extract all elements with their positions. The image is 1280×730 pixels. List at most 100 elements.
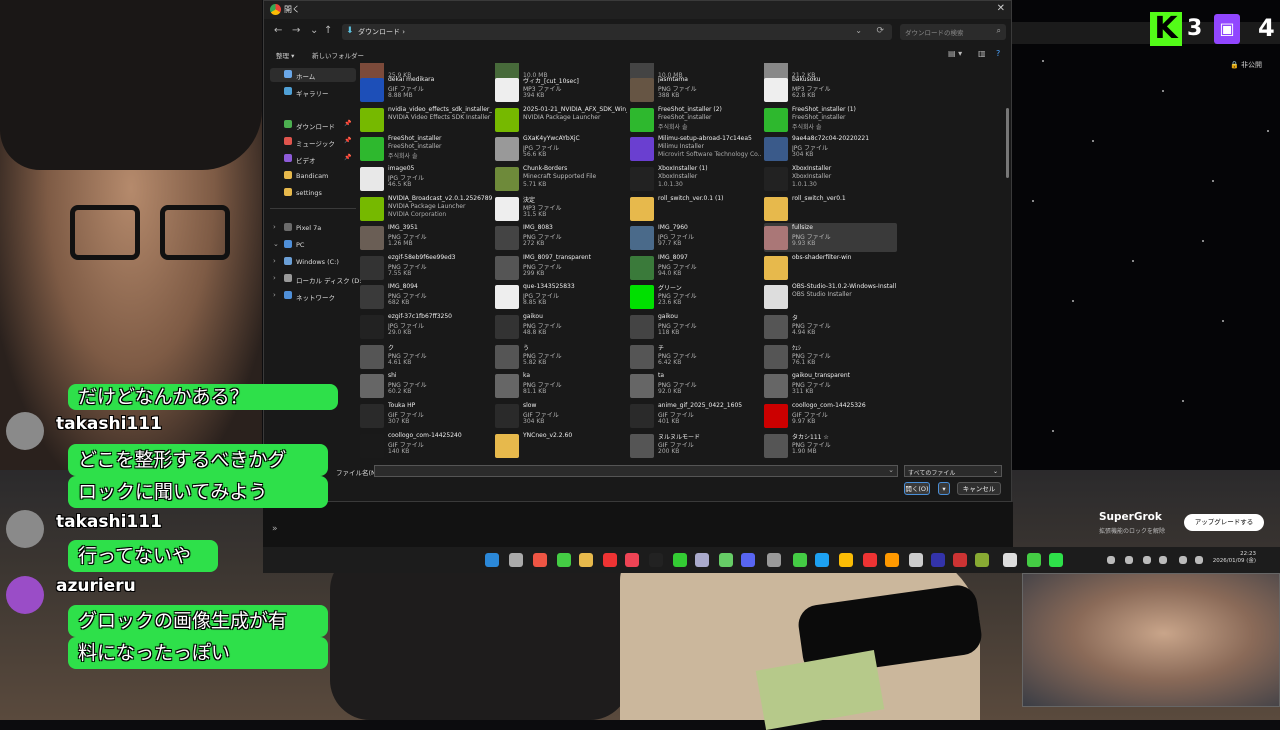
filetype-select[interactable]: すべてのファイル ⌄ [904,465,1002,477]
file-item[interactable]: que-1343525833 JPG ファイル 8.85 KB [495,282,628,311]
forward-button[interactable]: → [292,25,300,36]
file-item[interactable]: jasmtama PNG ファイル 388 KB [630,75,763,104]
app-icon[interactable] [767,553,781,567]
sidebar-item[interactable]: ホーム [270,68,356,82]
file-item[interactable]: coollogo_com-14425240 GIF ファイル 140 KB [360,431,493,460]
chevron-down-icon[interactable]: ⌄ [888,466,894,474]
file-item[interactable]: IMG_8094 PNG ファイル 682 KB [360,282,493,311]
sidebar-item[interactable]: › Pixel 7a [270,221,356,235]
file-item[interactable]: 9ae4a8c72c04-20220221 JPG ファイル 304 KB [764,134,897,163]
file-item[interactable]: FreeShot_installer (2) FreeShot_installer… [630,105,763,134]
help-icon[interactable]: ? [996,49,1000,58]
search-icon[interactable] [509,553,523,567]
preview-pane-button[interactable]: ▥ [978,49,986,58]
file-item[interactable]: XboxInstaller XboxInstaller 1.0.1.30 [764,164,897,193]
file-item[interactable]: 2025-01-21_NVIDIA_AFX_SDK_Win_v1.6.1.2-G… [495,105,628,134]
file-item[interactable]: roll_switch_ver.0.1 (1) [630,194,763,223]
file-item[interactable]: IMG_3951 PNG ファイル 1.26 MB [360,223,493,252]
file-item[interactable]: Milimu-setup-abroad-17c14ea5 Milimu Insta… [630,134,763,163]
upgrade-button[interactable]: アップグレードする [1184,514,1264,531]
windows-start-icon[interactable] [485,553,499,567]
file-item[interactable]: image05 JPG ファイル 46.5 KB [360,164,493,193]
expand-chevron-icon[interactable]: › [273,291,276,299]
speaker-icon[interactable] [1195,556,1203,564]
expand-chevron-icon[interactable]: ⌄ [273,240,279,248]
file-item[interactable]: slow GIF ファイル 304 KB [495,401,628,430]
file-item[interactable]: obs-shaderfilter-win [764,253,897,282]
close-button[interactable]: ✕ [997,3,1005,14]
app-icon[interactable] [909,553,923,567]
file-item[interactable]: Touka HP GIF ファイル 307 KB [360,401,493,430]
up-button[interactable]: ↑ [324,25,332,36]
app-icon[interactable] [975,553,989,567]
sidebar-item[interactable]: ミュージック 📌 [270,135,356,149]
file-item[interactable]: bakusoku MP3 ファイル 62.8 KB [764,75,897,104]
file-item[interactable]: タカシ111 ☆ PNG ファイル 1.90 MB [764,431,897,460]
app-icon[interactable] [1027,553,1041,567]
file-item[interactable]: ka PNG ファイル 81.1 KB [495,371,628,400]
expand-chevron-icon[interactable]: › [273,223,276,231]
filename-input[interactable]: ⌄ [374,465,898,477]
file-item[interactable]: Chunk-Borders Minecraft Supported File 5.7… [495,164,628,193]
file-item[interactable]: gaikou PNG ファイル 118 KB [630,312,763,341]
file-item[interactable]: 決定 MP3 ファイル 31.5 KB [495,194,628,223]
file-item[interactable]: う PNG ファイル 5.82 KB [495,342,628,371]
line-icon[interactable] [673,553,687,567]
file-item[interactable]: OBS-Studio-31.0.2-Windows-Installer OBS S… [764,282,897,311]
file-item[interactable]: XboxInstaller (1) XboxInstaller 1.0.1.30 [630,164,763,193]
file-item[interactable]: グリーン PNG ファイル 23.6 KB [630,282,763,311]
sidebar-item[interactable]: ⌄ PC [270,238,356,252]
sidebar-item[interactable]: › ネットワーク [270,289,356,303]
discord-icon[interactable] [741,553,755,567]
view-options-button[interactable]: ▤ ▾ [948,49,962,58]
app-icon[interactable] [1003,553,1017,567]
file-item[interactable]: IMG_7960 JPG ファイル 97.7 KB [630,223,763,252]
expand-chevron-icon[interactable]: » [272,524,278,534]
sidebar-item[interactable]: ダウンロード 📌 [270,118,356,132]
open-split-button[interactable]: ▾ [938,482,950,495]
new-folder-button[interactable]: 新しいフォルダー [312,50,364,60]
app-icon[interactable] [953,553,967,567]
file-item[interactable]: gaikou PNG ファイル 48.8 KB [495,312,628,341]
back-button[interactable]: ← [274,25,282,36]
visibility-label[interactable]: 🔒 非公開 [1230,60,1262,70]
file-item[interactable]: YNCneo_v2.2.60 [495,431,628,460]
scrollbar[interactable] [1005,63,1010,458]
app-icon[interactable] [557,553,571,567]
chevron-up-icon[interactable] [1107,556,1115,564]
file-item[interactable]: IMG_8097_transparent PNG ファイル 299 KB [495,253,628,282]
organize-button[interactable]: 整理 ▾ [276,50,294,60]
app-icon[interactable] [695,553,709,567]
file-item[interactable]: FreeShot_installer FreeShot_installer 주식회사… [360,134,493,163]
file-item[interactable]: IMG_8097 PNG ファイル 94.0 KB [630,253,763,282]
file-item[interactable]: ヴィカ_[cut_10sec] MP3 ファイル 394 KB [495,75,628,104]
recent-dropdown-button[interactable]: ⌄ [310,25,318,36]
file-item[interactable]: IMG_8083 PNG ファイル 272 KB [495,223,628,252]
clock[interactable]: 22:23 2026/01/09 (金) [1213,551,1256,565]
file-item[interactable]: dekai medikara GIF ファイル 8.88 MB [360,75,493,104]
record-icon[interactable] [603,553,617,567]
expand-chevron-icon[interactable]: › [273,274,276,282]
expand-chevron-icon[interactable]: › [273,257,276,265]
address-history-chevron-icon[interactable]: ⌄ [855,26,862,35]
file-item[interactable]: ｸｪｼ PNG ファイル 76.1 KB [764,342,897,371]
file-explorer-icon[interactable] [579,553,593,567]
chrome-icon[interactable] [839,553,853,567]
microphone-icon[interactable] [1143,556,1151,564]
xbox-icon[interactable] [793,553,807,567]
open-button[interactable]: 開く(O) [904,482,930,495]
app-icon[interactable] [931,553,945,567]
file-item[interactable]: ezgif-58eb9f6ee99ed3 PNG ファイル 7.55 KB [360,253,493,282]
refresh-icon[interactable]: ⟳ [876,26,884,36]
address-bar[interactable]: ⬇ ダウンロード › ⌄ ⟳ [342,24,892,40]
sidebar-item[interactable]: › ローカル ディスク (D: [270,272,361,286]
file-item[interactable]: GXaK4yYwcAYbXjC JPG ファイル 56.6 KB [495,134,628,163]
file-item[interactable]: nvidia_video_effects_sdk_installer_v0.7.… [360,105,493,134]
file-item[interactable]: gaikou_transparent PNG ファイル 311 KB [764,371,897,400]
file-item[interactable]: ta PNG ファイル 92.0 KB [630,371,763,400]
network-icon[interactable] [1179,556,1187,564]
file-item[interactable]: fullsize PNG ファイル 9.93 KB [764,223,897,252]
record-icon[interactable] [649,553,663,567]
app-icon[interactable] [1049,553,1063,567]
file-item[interactable]: ク PNG ファイル 4.61 KB [360,342,493,371]
